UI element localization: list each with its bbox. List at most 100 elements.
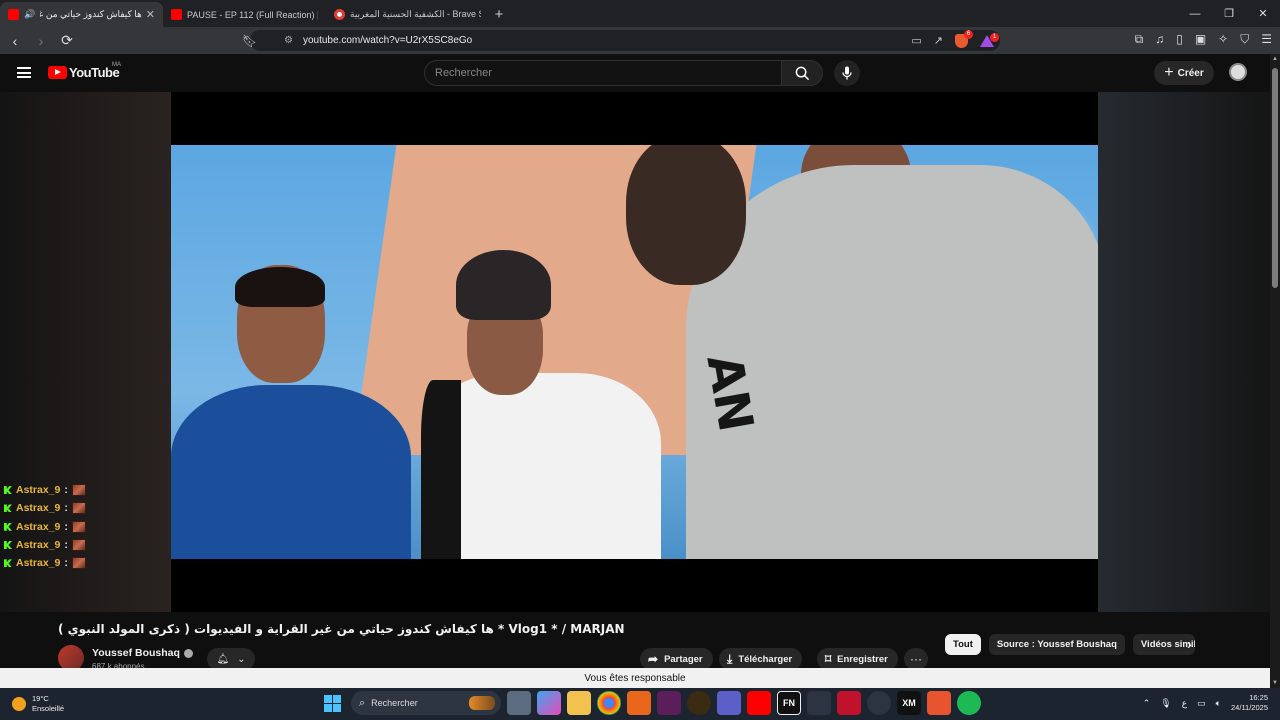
app-orange-icon[interactable] bbox=[627, 691, 651, 715]
clock[interactable]: 16:25 24/11/2025 bbox=[1231, 693, 1268, 713]
bookmark-icon[interactable]: 🔖︎ bbox=[242, 34, 257, 48]
scroll-down-icon[interactable]: ▼ bbox=[1272, 680, 1278, 686]
app-purple-icon[interactable] bbox=[657, 691, 681, 715]
language-indicator[interactable]: ع bbox=[1182, 698, 1187, 709]
kick-icon bbox=[4, 541, 12, 550]
scroll-up-icon[interactable]: ▲ bbox=[1272, 56, 1278, 62]
ambient-glow-right bbox=[1098, 92, 1270, 612]
github-icon[interactable] bbox=[867, 691, 891, 715]
search-box[interactable] bbox=[424, 60, 782, 86]
search-icon bbox=[795, 66, 809, 80]
chevron-down-icon: ⌄ bbox=[237, 653, 246, 665]
microphone-tray-icon[interactable]: 🎙︎ bbox=[1160, 698, 1171, 709]
app-globe-icon[interactable] bbox=[807, 691, 831, 715]
close-tab-icon[interactable]: ✕ bbox=[146, 8, 155, 21]
chrome-icon[interactable] bbox=[597, 691, 621, 715]
download-icon: ⤓ bbox=[727, 651, 733, 666]
tab-pause-reaction[interactable]: PAUSE - EP 112 (Full Reaction) | Clash bbox=[163, 2, 326, 27]
file-explorer-icon[interactable] bbox=[567, 691, 591, 715]
media-icon[interactable]: ♫ bbox=[1155, 32, 1164, 47]
chat-username: Astrax_9 bbox=[16, 502, 61, 515]
save-button[interactable]: ⌑ Enregistrer bbox=[817, 648, 898, 670]
emote-icon bbox=[71, 539, 86, 552]
chip-similar[interactable]: Vidéos simil bbox=[1132, 634, 1195, 655]
screenshot-icon[interactable]: ⧉ bbox=[1135, 32, 1144, 47]
menu-icon[interactable]: ☰ bbox=[1261, 32, 1272, 47]
share-button[interactable]: ➦ Partager bbox=[640, 648, 713, 670]
brave-rewards-icon[interactable]: 1 bbox=[980, 32, 999, 47]
share-page-icon[interactable]: ↗ bbox=[934, 34, 943, 47]
task-view-icon[interactable] bbox=[507, 691, 531, 715]
extensions-area: ⧉ ♫ ▯ ▣ ✧ ⛉ ☰ bbox=[1135, 32, 1272, 47]
page-scrollbar[interactable]: ▲ ▼ bbox=[1270, 54, 1280, 688]
plus-icon: + bbox=[1164, 64, 1174, 81]
channel-name[interactable]: Youssef Boushaq bbox=[92, 647, 180, 659]
windows-taskbar: 19°C Ensoleillé ⌕ Rechercher FN XM ⌃ 🎙︎ … bbox=[0, 688, 1280, 720]
window-controls: — ❐ ✕ bbox=[1178, 0, 1280, 27]
restore-icon[interactable]: ❐ bbox=[1212, 0, 1246, 27]
tab-youtube-video[interactable]: 🔊 ها كيفاش كندوز حياتي من غير ✕ bbox=[0, 2, 163, 27]
chevron-up-icon[interactable]: ⌃ bbox=[1143, 698, 1151, 709]
cast-icon[interactable]: ▭ bbox=[911, 34, 921, 47]
brave-shield-icon[interactable]: 6 bbox=[955, 29, 973, 48]
windows-start-icon[interactable] bbox=[324, 694, 341, 712]
url-text[interactable]: youtube.com/watch?v=U2rX5SC8eGo bbox=[303, 35, 472, 46]
xm-app-icon[interactable]: XM bbox=[897, 691, 921, 715]
site-info-icon[interactable]: ⚙︎ bbox=[284, 35, 293, 46]
new-tab-button[interactable]: + bbox=[489, 2, 509, 27]
microphone-icon bbox=[842, 66, 852, 80]
youtube-logo[interactable]: YouTube MA bbox=[48, 62, 121, 80]
bookmark-icon: ⌑ bbox=[825, 652, 832, 666]
teams-icon[interactable] bbox=[717, 691, 741, 715]
video-player[interactable]: AN bbox=[171, 92, 1098, 612]
weather-widget[interactable]: 19°C Ensoleillé bbox=[12, 694, 64, 714]
forward-icon[interactable]: › bbox=[30, 30, 52, 52]
tab-title: الكشفية الحسنية المغربية - Brave Search bbox=[350, 9, 481, 19]
chat-message: Astrax_9 : bbox=[4, 518, 86, 536]
search-icon: ⌕ bbox=[359, 696, 366, 709]
chat-separator: : bbox=[64, 539, 68, 552]
speaker-icon[interactable]: 🔊 bbox=[24, 9, 35, 20]
app-red-icon[interactable] bbox=[837, 691, 861, 715]
create-button[interactable]: + Créer bbox=[1154, 61, 1214, 85]
search-input[interactable] bbox=[425, 61, 781, 85]
close-window-icon[interactable]: ✕ bbox=[1246, 0, 1280, 27]
more-actions-button[interactable]: ··· bbox=[904, 648, 928, 670]
emote-icon bbox=[71, 557, 86, 570]
chat-separator: : bbox=[64, 502, 68, 515]
subscription-bell-button[interactable]: 🔔︎ ⌄ bbox=[207, 648, 255, 670]
scrollbar-thumb[interactable] bbox=[1272, 68, 1278, 288]
address-bar[interactable]: 🔖︎ ⚙︎ youtube.com/watch?v=U2rX5SC8eGo ▭ … bbox=[242, 29, 1000, 51]
download-button[interactable]: ⤓ Télécharger bbox=[719, 648, 803, 670]
taskbar-search[interactable]: ⌕ Rechercher bbox=[351, 691, 501, 715]
country-code: MA bbox=[112, 62, 121, 68]
youtube-app-icon[interactable] bbox=[747, 691, 771, 715]
wallet-icon[interactable]: ▣ bbox=[1195, 32, 1206, 47]
volume-icon[interactable]: 🔈︎ bbox=[1216, 698, 1221, 709]
chip-source[interactable]: Source : Youssef Boushaq bbox=[988, 634, 1125, 655]
copilot-icon[interactable] bbox=[537, 691, 561, 715]
account-avatar[interactable] bbox=[1229, 63, 1247, 81]
vpn-icon[interactable]: ⛉ bbox=[1240, 32, 1249, 47]
back-icon[interactable]: ‹ bbox=[4, 30, 26, 52]
reload-icon[interactable]: ⟳ bbox=[56, 30, 78, 52]
leo-ai-icon[interactable]: ✧ bbox=[1218, 32, 1228, 47]
brave-browser-icon[interactable] bbox=[927, 691, 951, 715]
chip-all[interactable]: Tout bbox=[945, 634, 981, 655]
voice-search-button[interactable] bbox=[834, 60, 860, 86]
download-label: Télécharger bbox=[738, 653, 793, 665]
app-dark-icon[interactable] bbox=[687, 691, 711, 715]
search-button[interactable] bbox=[781, 60, 823, 86]
fn-app-icon[interactable]: FN bbox=[777, 691, 801, 715]
sidebar-icon[interactable]: ▯ bbox=[1176, 32, 1183, 47]
tab-brave-search[interactable]: الكشفية الحسنية المغربية - Brave Search bbox=[326, 2, 489, 27]
temperature: 19°C bbox=[32, 694, 49, 703]
chevron-right-icon[interactable]: › bbox=[1187, 636, 1192, 652]
channel-name-row[interactable]: Youssef Boushaq bbox=[92, 647, 193, 659]
tab-title: PAUSE - EP 112 (Full Reaction) | Clash bbox=[187, 9, 318, 20]
spotify-icon[interactable] bbox=[957, 691, 981, 715]
system-tray: ⌃ 🎙︎ ع ▭ 🔈︎ 16:25 24/11/2025 bbox=[1143, 693, 1268, 713]
minimize-icon[interactable]: — bbox=[1178, 0, 1212, 27]
guide-menu-icon[interactable] bbox=[17, 67, 31, 78]
network-icon[interactable]: ▭ bbox=[1197, 698, 1206, 709]
